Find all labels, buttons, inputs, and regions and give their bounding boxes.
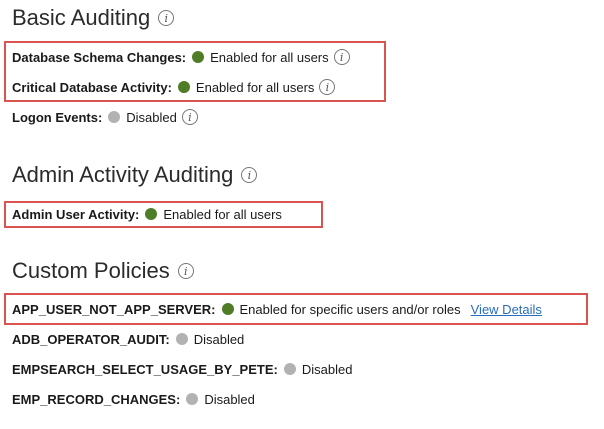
policy-label: APP_USER_NOT_APP_SERVER: [12, 301, 216, 317]
status-dot-icon [192, 51, 205, 63]
policy-row-app-user-not-app-server: APP_USER_NOT_APP_SERVER: Enabled for spe… [12, 299, 542, 319]
policy-row-adb-operator-audit: ADB_OPERATOR_AUDIT: Disabled [12, 329, 244, 349]
policy-status: Disabled [301, 361, 353, 377]
policy-row-emp-record-changes: EMP_RECORD_CHANGES: Disabled [12, 389, 255, 409]
audit-label: Admin User Activity: [12, 206, 140, 222]
policy-status: Enabled for specific users and/or roles [239, 301, 461, 317]
audit-label: Critical Database Activity: [12, 79, 172, 95]
audit-status: Enabled for all users [195, 79, 315, 95]
section-title-admin-activity-auditing: Admin Activity Auditing i [12, 162, 258, 188]
status-dot-icon [145, 208, 158, 220]
status-dot-icon [177, 81, 190, 93]
policy-status: Disabled [204, 391, 255, 407]
section-title-text: Basic Auditing [12, 5, 151, 30]
audit-status: Enabled for all users [210, 49, 329, 65]
audit-status: Disabled [126, 109, 177, 125]
status-dot-icon [221, 303, 234, 315]
audit-row-critical-database-activity: Critical Database Activity: Enabled for … [12, 77, 336, 97]
status-dot-icon [108, 111, 121, 123]
policy-label: EMPSEARCH_SELECT_USAGE_BY_PETE: [12, 361, 278, 377]
audit-row-logon-events: Logon Events: Disabled i [12, 107, 198, 127]
info-icon[interactable]: i [333, 49, 350, 65]
policy-row-empsearch-select-usage-by-pete: EMPSEARCH_SELECT_USAGE_BY_PETE: Disabled [12, 359, 352, 379]
policy-label: ADB_OPERATOR_AUDIT: [12, 331, 170, 347]
status-dot-icon [186, 393, 199, 405]
audit-label: Database Schema Changes: [12, 49, 187, 65]
policy-status: Disabled [193, 331, 245, 347]
status-dot-icon [283, 363, 296, 375]
audit-label: Logon Events: [12, 109, 103, 125]
info-icon[interactable]: i [177, 263, 194, 279]
audit-row-admin-user-activity: Admin User Activity: Enabled for all use… [12, 204, 282, 224]
info-icon[interactable]: i [158, 10, 175, 26]
policy-label: EMP_RECORD_CHANGES: [12, 391, 181, 407]
info-icon[interactable]: i [241, 167, 258, 183]
section-title-basic-auditing: Basic Auditing i [12, 5, 175, 31]
section-title-custom-policies: Custom Policies i [12, 258, 194, 284]
info-icon[interactable]: i [181, 109, 198, 125]
status-dot-icon [175, 333, 188, 345]
section-title-text: Custom Policies [12, 258, 170, 283]
audit-status: Enabled for all users [163, 206, 282, 222]
section-title-text: Admin Activity Auditing [12, 162, 234, 187]
info-icon[interactable]: i [319, 79, 336, 95]
view-details-link[interactable]: View Details [471, 302, 542, 317]
audit-row-database-schema-changes: Database Schema Changes: Enabled for all… [12, 47, 350, 67]
